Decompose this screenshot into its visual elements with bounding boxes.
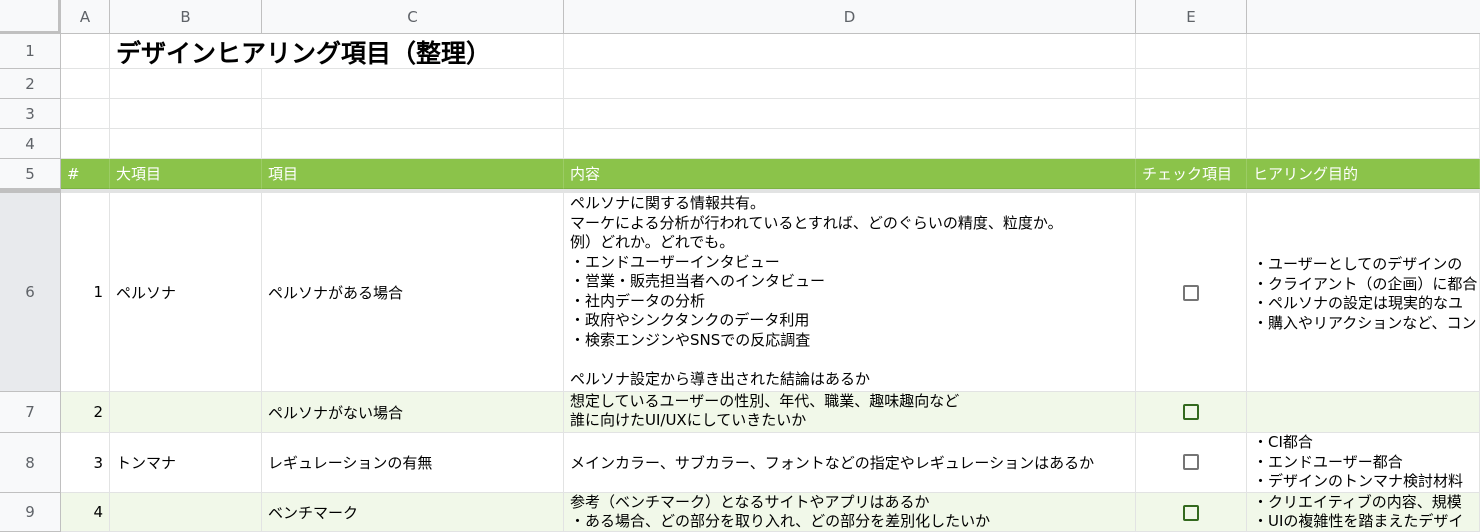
row-header-4[interactable]: 4 (0, 129, 61, 159)
table-row-4-check-cell[interactable] (1136, 493, 1247, 532)
table-row-3-num[interactable]: 3 (61, 433, 110, 493)
table-row-2-item[interactable]: ペルソナがない場合 (262, 392, 564, 433)
checkbox-row-2[interactable] (1183, 404, 1199, 420)
column-header-d[interactable]: D (564, 0, 1136, 34)
select-all-corner[interactable] (0, 0, 61, 34)
checkbox-row-1[interactable] (1183, 285, 1199, 301)
table-header-check[interactable]: チェック項目 (1136, 159, 1247, 189)
table-row-3-category[interactable]: トンマナ (110, 433, 262, 493)
table-row-1-num[interactable]: 1 (61, 189, 110, 392)
column-header-b[interactable]: B (110, 0, 262, 34)
table-row-4-item[interactable]: ベンチマーク (262, 493, 564, 532)
column-header-c[interactable]: C (262, 0, 564, 34)
cell-a2[interactable] (61, 69, 110, 99)
table-header-num[interactable]: # (61, 159, 110, 189)
cell-c3[interactable] (262, 99, 564, 129)
cell-d3[interactable] (564, 99, 1136, 129)
spreadsheet-grid[interactable]: A B C D E 1 2 3 4 5 6 7 8 9 デザインヒアリング項目（… (0, 0, 1480, 532)
cell-e3[interactable] (1136, 99, 1247, 129)
column-header-a[interactable]: A (61, 0, 110, 34)
cell-e4[interactable] (1136, 129, 1247, 159)
table-row-1-category[interactable]: ペルソナ (110, 189, 262, 392)
cell-f4[interactable] (1247, 129, 1480, 159)
cell-d4[interactable] (564, 129, 1136, 159)
row-header-7[interactable]: 7 (0, 392, 61, 433)
table-header-content[interactable]: 内容 (564, 159, 1136, 189)
table-row-3-content[interactable]: メインカラー、サブカラー、フォントなどの指定やレギュレーションはあるか (564, 433, 1136, 493)
table-row-1-check-cell[interactable] (1136, 189, 1247, 392)
cell-b4[interactable] (110, 129, 262, 159)
cell-f1[interactable] (1247, 34, 1480, 69)
table-row-1-content[interactable]: ペルソナに関する情報共有。 マーケによる分析が行われているとすれば、どのぐらいの… (564, 189, 1136, 392)
table-row-2-category[interactable] (110, 392, 262, 433)
table-header-purpose[interactable]: ヒアリング目的 (1247, 159, 1480, 189)
cell-c4[interactable] (262, 129, 564, 159)
sheet-title[interactable]: デザインヒアリング項目（整理） (110, 34, 564, 69)
cell-f3[interactable] (1247, 99, 1480, 129)
cell-d1[interactable] (564, 34, 1136, 69)
table-row-1-purpose[interactable]: ・ユーザーとしてのデザインの ・クライアント（の企画）に都合 ・ペルソナの設定は… (1247, 189, 1480, 392)
row-header-9[interactable]: 9 (0, 493, 61, 532)
row-header-6[interactable]: 6 (0, 189, 61, 392)
table-row-2-content[interactable]: 想定しているユーザーの性別、年代、職業、趣味趣向など 誰に向けたUI/UXにして… (564, 392, 1136, 433)
checkbox-row-3[interactable] (1183, 454, 1199, 470)
cell-c2[interactable] (262, 69, 564, 99)
cell-b2[interactable] (110, 69, 262, 99)
table-header-item[interactable]: 項目 (262, 159, 564, 189)
table-row-4-purpose[interactable]: ・クリエイティブの内容、規模 ・UIの複雑性を踏まえたデザイ (1247, 493, 1480, 532)
table-row-2-num[interactable]: 2 (61, 392, 110, 433)
table-row-2-purpose[interactable] (1247, 392, 1480, 433)
cell-a1[interactable] (61, 34, 110, 69)
row-header-2[interactable]: 2 (0, 69, 61, 99)
cell-f2[interactable] (1247, 69, 1480, 99)
table-row-1-item[interactable]: ペルソナがある場合 (262, 189, 564, 392)
table-row-4-num[interactable]: 4 (61, 493, 110, 532)
table-row-3-purpose[interactable]: ・CI都合 ・エンドユーザー都合 ・デザインのトンマナ検討材料 (1247, 433, 1480, 493)
cell-e2[interactable] (1136, 69, 1247, 99)
table-header-category[interactable]: 大項目 (110, 159, 262, 189)
table-row-3-item[interactable]: レギュレーションの有無 (262, 433, 564, 493)
cell-a4[interactable] (61, 129, 110, 159)
cell-a3[interactable] (61, 99, 110, 129)
table-row-2-check-cell[interactable] (1136, 392, 1247, 433)
row-header-5[interactable]: 5 (0, 159, 61, 189)
row-header-3[interactable]: 3 (0, 99, 61, 129)
column-header-e[interactable]: E (1136, 0, 1247, 34)
row-header-1[interactable]: 1 (0, 34, 61, 69)
cell-b3[interactable] (110, 99, 262, 129)
table-row-4-category[interactable] (110, 493, 262, 532)
row-header-8[interactable]: 8 (0, 433, 61, 493)
column-header-f[interactable] (1247, 0, 1480, 34)
checkbox-row-4[interactable] (1183, 505, 1199, 521)
table-row-3-check-cell[interactable] (1136, 433, 1247, 493)
table-row-4-content[interactable]: 参考（ベンチマーク）となるサイトやアプリはあるか ・ある場合、どの部分を取り入れ… (564, 493, 1136, 532)
cell-d2[interactable] (564, 69, 1136, 99)
cell-e1[interactable] (1136, 34, 1247, 69)
